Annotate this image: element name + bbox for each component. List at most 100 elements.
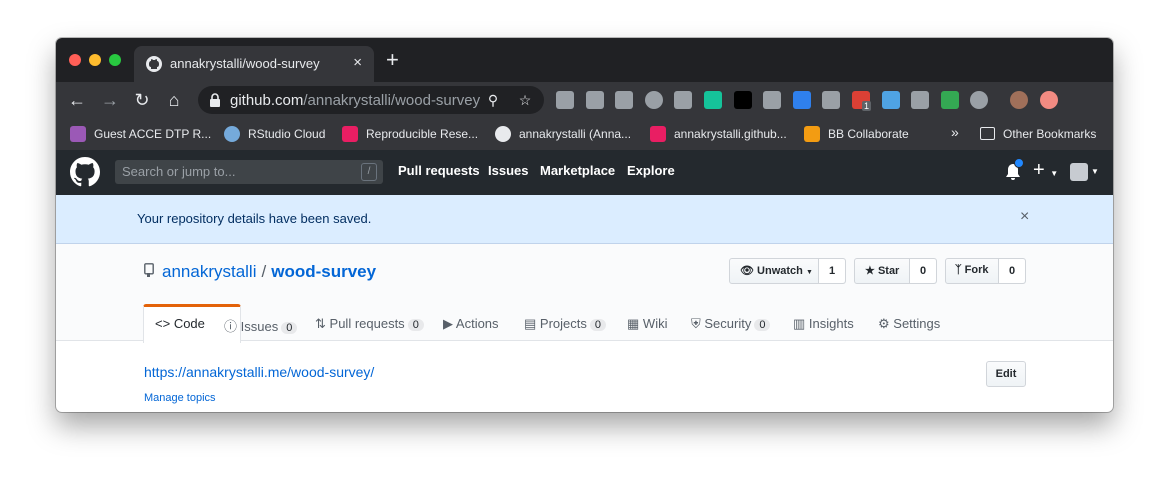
- forward-icon[interactable]: →: [98, 88, 122, 112]
- tab-insights-label: Insights: [808, 316, 854, 331]
- avatar[interactable]: [1070, 163, 1088, 181]
- tab-projects[interactable]: ▤ Projects 0: [524, 316, 607, 332]
- fork-label: ᛉ Fork: [955, 264, 989, 276]
- tab-code[interactable]: <> Code: [155, 316, 205, 331]
- edit-button[interactable]: Edit: [986, 361, 1026, 387]
- chevron-down-icon: ▼: [1050, 169, 1059, 178]
- url-host: github.com: [230, 92, 304, 109]
- minimize-window-button[interactable]: [89, 54, 101, 66]
- tab-pull-requests[interactable]: ⇅ Pull requests 0: [315, 316, 424, 332]
- fork-button[interactable]: ᛉ Fork 0: [945, 258, 1026, 284]
- flash-message: Your repository details have been saved.: [137, 211, 372, 226]
- watch-count[interactable]: 1: [818, 259, 845, 283]
- lock-ext-icon[interactable]: [733, 91, 752, 109]
- repo-title: annakrystalli / wood-survey: [162, 262, 376, 282]
- tab-issues[interactable]: ⓘ Issues 0: [224, 316, 298, 335]
- eye-icon: 👁: [740, 265, 754, 277]
- url-path: /annakrystalli/wood-survey: [303, 92, 481, 109]
- dropbox-icon[interactable]: [585, 91, 604, 109]
- m-icon[interactable]: [911, 91, 930, 109]
- h-icon[interactable]: [615, 91, 634, 109]
- bookmark-annakrystalli-github[interactable]: annakrystalli (Anna...: [495, 126, 631, 144]
- star-count[interactable]: 0: [909, 259, 936, 283]
- more-bookmarks-icon[interactable]: »: [951, 124, 959, 142]
- fork-count[interactable]: 0: [998, 259, 1025, 283]
- browser-tab[interactable]: annakrystalli/wood-survey ×: [134, 46, 374, 82]
- chevron-down-icon[interactable]: ▼: [1091, 167, 1099, 176]
- bookmark-annakrystalli-github-io[interactable]: annakrystalli.github...: [650, 126, 787, 144]
- tab-security[interactable]: ⛨ Security 0: [691, 316, 771, 332]
- hackmd-icon: [342, 126, 358, 142]
- chevron-down-icon: ▼: [805, 269, 813, 276]
- github-header: Search or jump to... / Pull requests Iss…: [56, 150, 1113, 195]
- globe-icon[interactable]: [644, 91, 663, 109]
- close-icon[interactable]: ×: [1020, 208, 1029, 226]
- tab-actions-label: Actions: [455, 316, 499, 331]
- unwatch-button[interactable]: 👁 Unwatch ▼ 1: [729, 258, 846, 284]
- shield-ext-icon[interactable]: [792, 91, 811, 109]
- tab-code-label: Code: [173, 316, 205, 331]
- close-tab-icon[interactable]: ×: [353, 54, 362, 72]
- maximize-window-button[interactable]: [109, 54, 121, 66]
- search-input[interactable]: Search or jump to... /: [115, 160, 383, 184]
- tab-settings-label: Settings: [893, 316, 941, 331]
- manage-topics-link[interactable]: Manage topics: [144, 392, 216, 404]
- bookmark-label: RStudio Cloud: [248, 127, 326, 141]
- repo-name-link[interactable]: wood-survey: [271, 262, 376, 281]
- create-new-icon[interactable]: + ▼: [1033, 159, 1058, 185]
- reload-icon[interactable]: ↻: [130, 88, 154, 112]
- github-logo-icon[interactable]: [70, 157, 100, 187]
- profile-icon[interactable]: [1010, 91, 1028, 109]
- bookmark-label: Guest ACCE DTP R...: [94, 127, 212, 141]
- new-tab-button[interactable]: +: [386, 49, 399, 71]
- nav-pull-requests[interactable]: Pull requests: [398, 163, 480, 178]
- grammarly-icon[interactable]: [704, 91, 722, 109]
- repo-owner-link[interactable]: annakrystalli: [162, 262, 257, 281]
- back-icon[interactable]: ←: [65, 88, 89, 112]
- address-bar[interactable]: github.com/annakrystalli/wood-survey ⚲ ☆: [198, 86, 544, 114]
- tab-insights[interactable]: ▥ Insights: [793, 316, 854, 332]
- tab-actions[interactable]: ▶ Actions: [443, 316, 499, 332]
- bookmark-star-icon[interactable]: ☆: [516, 91, 534, 109]
- bookmark-label: Reproducible Rese...: [366, 127, 479, 141]
- github-icon: [495, 126, 511, 142]
- nav-issues[interactable]: Issues: [488, 163, 528, 178]
- todo-badge: 1: [862, 101, 872, 111]
- play-icon: ▶: [443, 316, 453, 331]
- bookmark-rstudio-cloud[interactable]: RStudio Cloud: [224, 126, 325, 144]
- homepage-link[interactable]: https://annakrystalli.me/wood-survey/: [144, 364, 374, 380]
- b-icon[interactable]: [674, 91, 693, 109]
- tab-wiki[interactable]: ▦ Wiki: [627, 316, 667, 332]
- other-bookmarks-label: Other Bookmarks: [1003, 126, 1097, 141]
- zoom-icon[interactable]: ⚲: [484, 91, 502, 109]
- update-icon[interactable]: [1039, 91, 1058, 109]
- home-icon[interactable]: ⌂: [162, 88, 186, 112]
- close-window-button[interactable]: [69, 54, 81, 66]
- shield-icon: ⛨: [691, 316, 701, 331]
- other-bookmarks[interactable]: Other Bookmarks: [980, 126, 1096, 144]
- rstudio-icon: [224, 126, 240, 142]
- ublock-icon[interactable]: [556, 91, 574, 109]
- tab-settings[interactable]: ⚙ Settings: [878, 316, 940, 332]
- bookmark-guest-acce[interactable]: Guest ACCE DTP R...: [70, 126, 211, 144]
- bookmark-label: annakrystalli.github...: [674, 127, 787, 141]
- star-button[interactable]: ★ Star 0: [854, 258, 937, 284]
- star-text: Star: [877, 265, 900, 277]
- tab-security-label: Security: [704, 316, 752, 331]
- fork-text: Fork: [964, 264, 989, 276]
- bookmarks-bar: Guest ACCE DTP R... RStudio Cloud Reprod…: [56, 118, 1113, 151]
- unwatch-label: 👁 Unwatch ▼: [740, 264, 813, 277]
- lens-icon[interactable]: [763, 91, 782, 109]
- bookmark-bb-collaborate[interactable]: BB Collaborate: [804, 126, 909, 144]
- graph-icon: ▥: [793, 316, 806, 331]
- repo-header: annakrystalli / wood-survey 👁 Unwatch ▼ 1 …: [56, 244, 1113, 343]
- nav-marketplace[interactable]: Marketplace: [540, 163, 615, 178]
- google-icon[interactable]: [822, 91, 841, 109]
- search-placeholder: Search or jump to...: [122, 164, 236, 179]
- google-multi-icon[interactable]: [940, 91, 959, 109]
- circle-ext-icon[interactable]: [970, 91, 989, 109]
- tab-bar: annakrystalli/wood-survey × +: [56, 38, 1113, 82]
- bookmark-reproducible-research[interactable]: Reproducible Rese...: [342, 126, 478, 144]
- pen-icon[interactable]: [881, 91, 900, 109]
- nav-explore[interactable]: Explore: [627, 163, 675, 178]
